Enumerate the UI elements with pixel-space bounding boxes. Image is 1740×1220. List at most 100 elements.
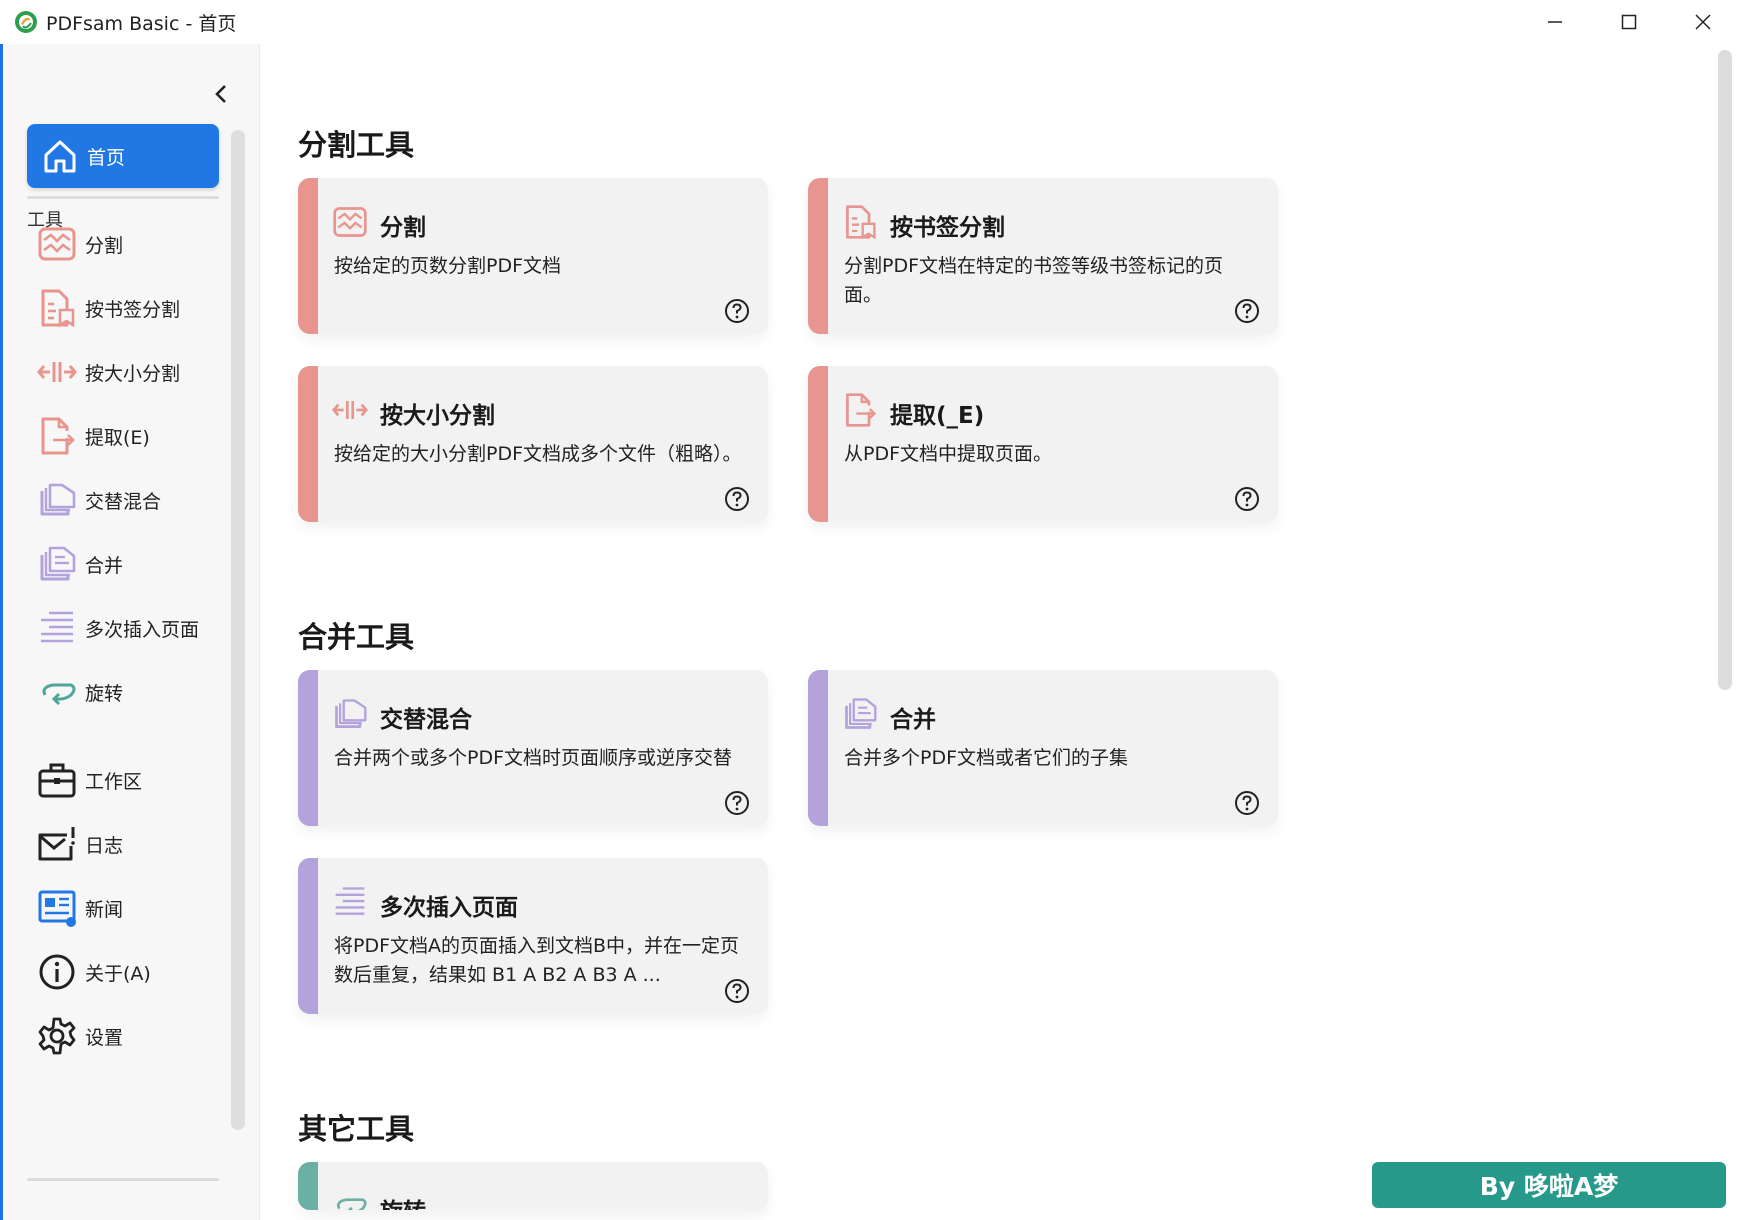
sidebar-item-label: 按大小分割 — [85, 362, 181, 385]
window-title: PDFsam Basic - 首页 — [46, 12, 237, 35]
news-icon — [38, 890, 76, 927]
alternate-mix-icon — [335, 699, 367, 728]
merge-tools-title: 合并工具 — [298, 620, 415, 654]
help-icon[interactable] — [1234, 486, 1260, 512]
help-icon[interactable] — [724, 790, 750, 816]
sidebar-item-label: 首页 — [87, 146, 126, 169]
card-split[interactable]: 分割 按给定的页数分割PDF文档 — [298, 178, 768, 334]
card-title: 按大小分割 — [380, 403, 495, 429]
sidebar-scrollbar[interactable] — [231, 130, 245, 1130]
card-stripe — [298, 178, 318, 334]
card-stripe — [298, 1162, 318, 1210]
help-icon[interactable] — [724, 486, 750, 512]
card-bookmark-split[interactable]: 按书签分割 分割PDF文档在特定的书签等级书签标记的页面。 — [808, 178, 1278, 334]
sidebar-collapse-button[interactable] — [207, 80, 235, 108]
sidebar-item-news[interactable]: 新闻 — [37, 884, 227, 932]
card-title: 提取(_E) — [890, 403, 985, 429]
card-rotate[interactable]: 旋转 — [298, 1162, 768, 1210]
bookmark-split-icon — [41, 289, 75, 328]
card-stripe — [808, 366, 828, 522]
sidebar-item-split[interactable]: 分割 — [37, 220, 227, 268]
card-merge[interactable]: 合并 合并多个PDF文档或者它们的子集 — [808, 670, 1278, 826]
help-icon[interactable] — [724, 298, 750, 324]
bookmark-split-icon — [846, 205, 876, 240]
size-split-icon — [37, 362, 77, 382]
sidebar-item-label: 关于(A) — [85, 962, 151, 985]
sidebar-bottom-divider — [27, 1178, 219, 1181]
gear-icon — [38, 1017, 76, 1055]
sidebar-item-label: 交替混合 — [85, 490, 162, 513]
rotate-icon — [336, 1198, 367, 1210]
sidebar-item-label: 多次插入页面 — [85, 618, 200, 641]
extract-icon — [846, 393, 877, 427]
sidebar-item-label: 分割 — [85, 234, 124, 257]
log-icon — [38, 827, 75, 861]
card-stripe — [298, 858, 318, 1014]
sidebar-item-size-split[interactable]: 按大小分割 — [37, 348, 227, 396]
sidebar-item-label: 合并 — [85, 554, 124, 577]
card-alternate-mix[interactable]: 交替混合 合并两个或多个PDF文档时页面顺序或逆序交替 — [298, 670, 768, 826]
sidebar-item-label: 提取(E) — [85, 426, 150, 449]
sidebar-item-label: 日志 — [85, 834, 124, 857]
app-window: PDFsam Basic - 首页 首页 工具 分割 按书签分割 按大小分割 提… — [0, 0, 1740, 1220]
help-icon[interactable] — [1234, 298, 1260, 324]
sidebar-item-workspace[interactable]: 工作区 — [37, 756, 227, 804]
split-icon — [333, 207, 367, 237]
card-size-split[interactable]: 按大小分割 按给定的大小分割PDF文档成多个文件（粗略）。 — [298, 366, 768, 522]
card-stripe — [808, 178, 828, 334]
card-stripe — [298, 670, 318, 826]
sidebar-item-label: 旋转 — [85, 682, 124, 705]
sidebar-item-alternate-mix[interactable]: 交替混合 — [37, 476, 227, 524]
minimize-button[interactable] — [1518, 0, 1592, 44]
sidebar-item-extract[interactable]: 提取(E) — [37, 412, 227, 460]
card-description: 从PDF文档中提取页面。 — [844, 443, 1053, 465]
card-insert-pages[interactable]: 多次插入页面 将PDF文档A的页面插入到文档B中，并在一定页数后重复，结果如 B… — [298, 858, 768, 1014]
title-bar: PDFsam Basic - 首页 — [0, 0, 1740, 44]
maximize-button[interactable] — [1592, 0, 1666, 44]
watermark-banner: By 哆啦A梦 — [1372, 1162, 1726, 1208]
sidebar: 首页 工具 分割 按书签分割 按大小分割 提取(E) 交替混合 合并 多次插入页… — [0, 44, 260, 1220]
help-icon[interactable] — [724, 978, 750, 1004]
rotate-icon — [42, 683, 76, 706]
sidebar-item-label: 按书签分割 — [85, 298, 181, 321]
sidebar-item-home[interactable]: 首页 — [27, 124, 219, 188]
main-scrollbar[interactable] — [1718, 50, 1732, 690]
other-tools-title: 其它工具 — [298, 1112, 415, 1146]
chevron-left-icon — [215, 85, 226, 103]
card-description: 合并多个PDF文档或者它们的子集 — [844, 747, 1129, 769]
card-description: 按给定的大小分割PDF文档成多个文件（粗略）。 — [334, 443, 742, 465]
card-title: 旋转 — [380, 1192, 426, 1210]
sidebar-item-settings[interactable]: 设置 — [37, 1012, 227, 1060]
card-title: 交替混合 — [380, 707, 472, 733]
sidebar-item-log[interactable]: 日志 — [37, 820, 227, 868]
sidebar-item-merge[interactable]: 合并 — [37, 540, 227, 588]
close-icon — [1695, 14, 1711, 30]
sidebar-item-insert-pages[interactable]: 多次插入页面 — [37, 604, 227, 652]
home-icon — [44, 140, 76, 173]
card-stripe — [808, 670, 828, 826]
merge-icon — [845, 698, 877, 729]
home-divider — [27, 196, 219, 199]
card-description: 按给定的页数分割PDF文档 — [334, 255, 562, 277]
minimize-icon — [1548, 21, 1562, 23]
card-title: 多次插入页面 — [380, 895, 518, 921]
card-extract[interactable]: 提取(_E) 从PDF文档中提取页面。 — [808, 366, 1278, 522]
maximize-icon — [1621, 14, 1637, 30]
card-description: 分割PDF文档在特定的书签等级书签标记的页面。 — [844, 255, 1224, 306]
sidebar-item-rotate[interactable]: 旋转 — [37, 668, 227, 716]
size-split-icon — [332, 401, 368, 419]
sidebar-item-about[interactable]: 关于(A) — [37, 948, 227, 996]
card-title: 分割 — [380, 215, 426, 241]
help-icon[interactable] — [1234, 790, 1260, 816]
sidebar-item-bookmark-split[interactable]: 按书签分割 — [37, 284, 227, 332]
card-title: 合并 — [890, 707, 936, 733]
insert-pages-icon — [41, 611, 73, 643]
close-button[interactable] — [1666, 0, 1740, 44]
sidebar-item-label: 工作区 — [85, 770, 143, 793]
extract-icon — [41, 417, 75, 455]
main-content: 分割工具 分割 按给定的页数分割PDF文档 按书签分割 分割PDF文档在特定的书… — [260, 44, 1740, 1220]
sidebar-item-label: 新闻 — [85, 898, 124, 921]
pdfsam-logo-icon — [15, 11, 37, 33]
window-controls — [1518, 0, 1740, 44]
info-icon — [39, 954, 75, 990]
